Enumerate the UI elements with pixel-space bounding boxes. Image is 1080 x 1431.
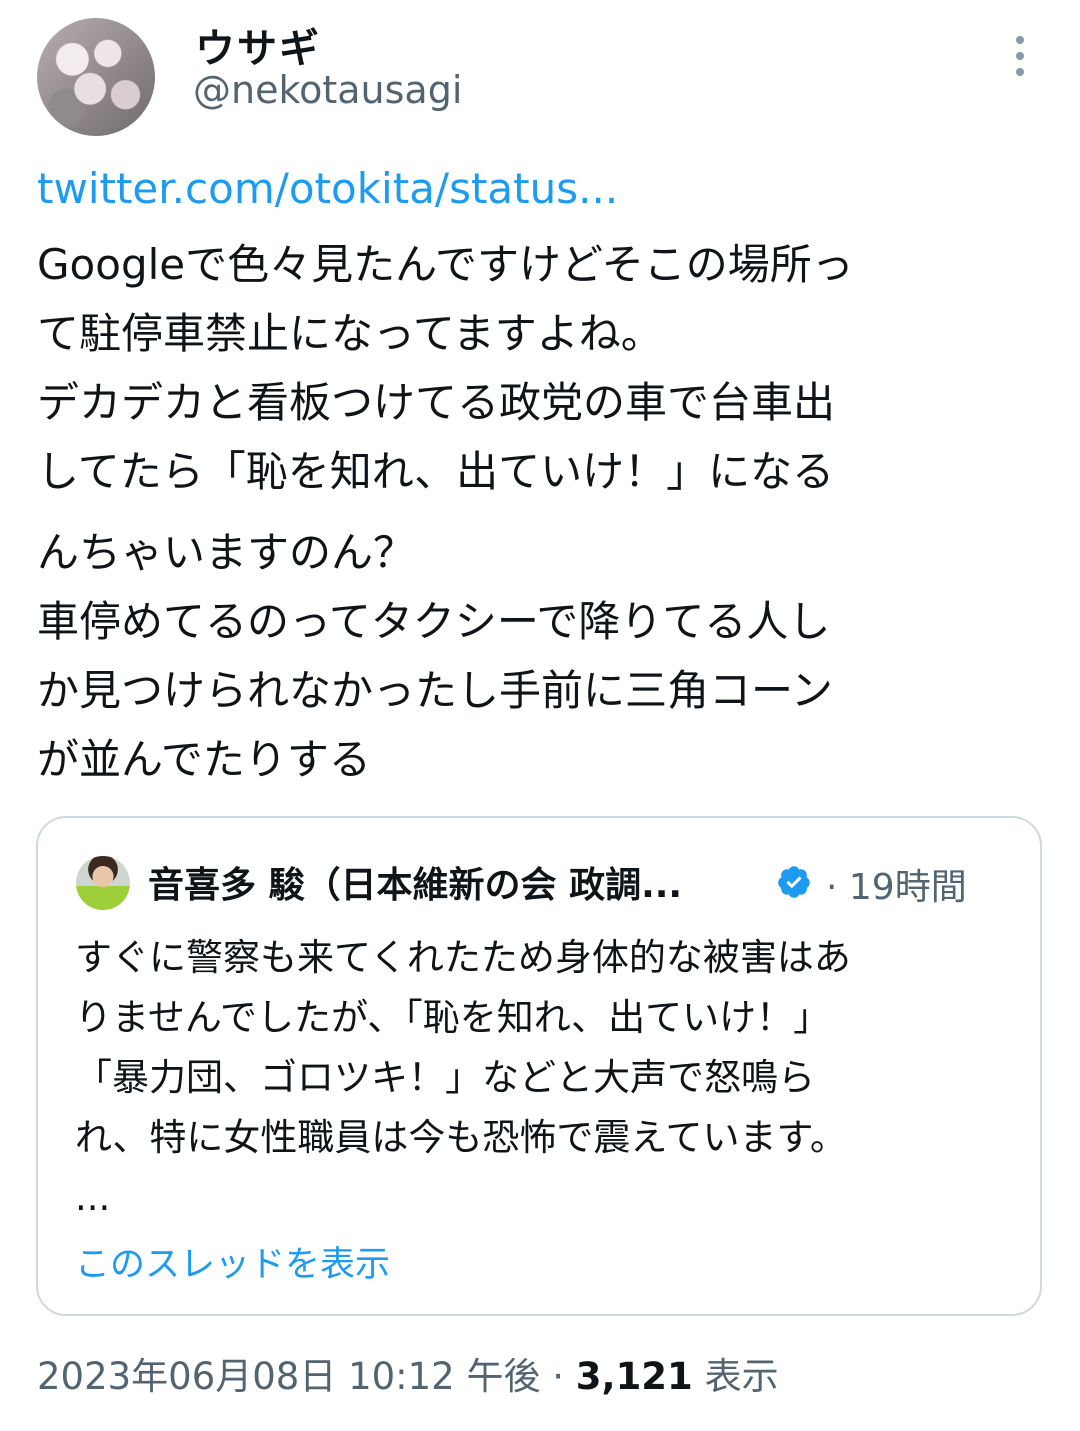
dot-icon bbox=[1016, 36, 1024, 44]
verified-badge-icon bbox=[778, 866, 810, 898]
views-label: 表示 bbox=[692, 1355, 779, 1398]
quoted-text-line: ... bbox=[75, 1176, 111, 1219]
tweet-text-line: してたら「恥を知れ、出ていけ！」になる bbox=[37, 447, 835, 496]
tweet-link[interactable]: twitter.com/otokita/status... bbox=[37, 164, 618, 213]
quoted-text-line: すぐに警察も来てくれたため身体的な被害はあ bbox=[75, 936, 851, 979]
tweet-text: Googleで色々見たんですけどそこの場所っ て駐停車禁止になってますよね。 デ… bbox=[37, 230, 1047, 794]
quoted-tweet-card[interactable]: 音喜多 駿（日本維新の会 政調... · 19時間 すぐに警察も来てくれたため身… bbox=[36, 816, 1042, 1316]
quoted-author-name: 音喜多 駿（日本維新の会 政調... bbox=[148, 865, 683, 906]
tweet-text-line: て駐停車禁止になってますよね。 bbox=[37, 309, 663, 358]
quoted-author-avatar bbox=[76, 856, 130, 910]
tweet-text-line: んちゃいますのん？ bbox=[37, 528, 416, 577]
quoted-tweet-text: すぐに警察も来てくれたため身体的な被害はあ りませんでしたが、「恥を知れ、出てい… bbox=[75, 928, 1015, 1228]
author-name[interactable]: ウサギ bbox=[195, 16, 321, 74]
tweet-text-line: 車停めてるのってタクシーで降りてる人し bbox=[37, 597, 831, 646]
more-options-icon[interactable] bbox=[1010, 36, 1030, 76]
show-thread-link[interactable]: このスレッドを表示 bbox=[75, 1236, 390, 1287]
tweet-datetime[interactable]: 2023年06月08日 10:12 午後 · bbox=[37, 1355, 576, 1398]
tweet-text-line: が並んでたりする bbox=[37, 735, 371, 784]
dot-icon bbox=[1016, 52, 1024, 60]
quoted-text-line: りませんでしたが、「恥を知れ、出ていけ！」 bbox=[75, 996, 831, 1039]
dot-icon bbox=[1016, 68, 1024, 76]
quoted-timestamp: · 19時間 bbox=[826, 867, 967, 908]
tweet-meta: 2023年06月08日 10:12 午後 · 3,121 表示 bbox=[37, 1346, 779, 1400]
views-count[interactable]: 3,121 bbox=[576, 1355, 693, 1398]
author-avatar[interactable] bbox=[37, 18, 155, 136]
tweet-text-line: デカデカと看板つけてる政党の車で台車出 bbox=[37, 378, 836, 427]
tweet-text-line: Googleで色々見たんですけどそこの場所っ bbox=[37, 240, 854, 289]
tweet-text-line: か見つけられなかったし手前に三角コーン bbox=[37, 666, 833, 715]
quoted-text-line: れ、特に女性職員は今も恐怖で震えています。 bbox=[75, 1116, 847, 1159]
quoted-text-line: 「暴力団、ゴロツキ！」などと大声で怒鳴ら bbox=[75, 1056, 815, 1099]
author-handle[interactable]: @nekotausagi bbox=[193, 68, 462, 112]
